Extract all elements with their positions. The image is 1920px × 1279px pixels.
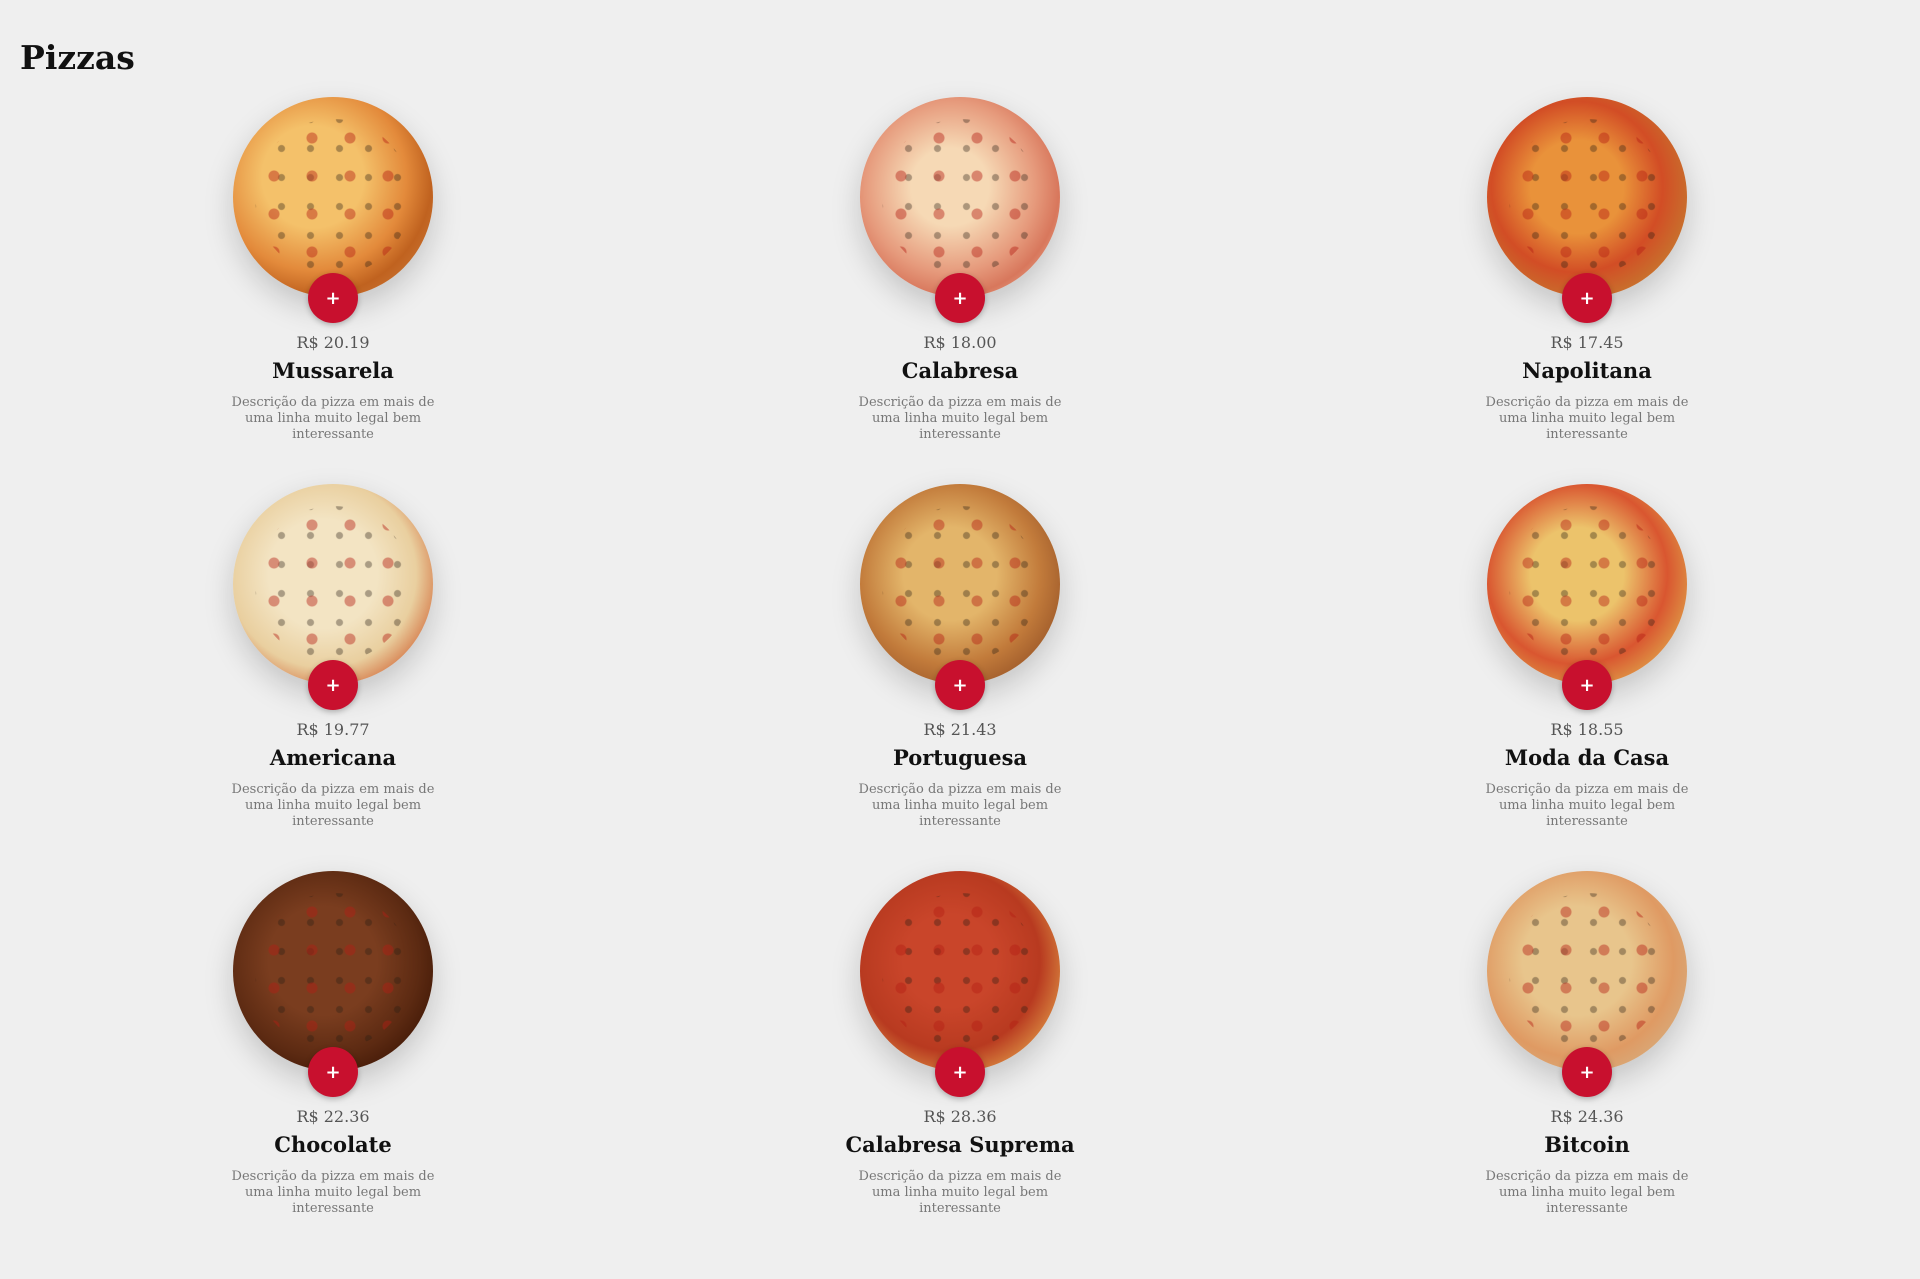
pizza-image: + (1487, 484, 1687, 710)
pizza-price: R$ 20.19 (296, 333, 370, 352)
pizza-card[interactable]: + R$ 24.36 Bitcoin Descrição da pizza em… (1437, 871, 1737, 1217)
pizza-name: Bitcoin (1544, 1132, 1630, 1157)
pizza-price: R$ 19.77 (296, 720, 370, 739)
pizza-image: + (860, 97, 1060, 323)
add-to-cart-button[interactable]: + (935, 273, 985, 323)
pizza-price: R$ 18.00 (923, 333, 997, 352)
pizza-image: + (1487, 871, 1687, 1097)
add-to-cart-button[interactable]: + (1562, 660, 1612, 710)
pizza-price: R$ 21.43 (923, 720, 997, 739)
pizza-price: R$ 22.36 (296, 1107, 370, 1126)
pizza-price: R$ 28.36 (923, 1107, 997, 1126)
pizza-name: Calabresa Suprema (845, 1132, 1075, 1157)
pizza-price: R$ 17.45 (1550, 333, 1624, 352)
add-to-cart-button[interactable]: + (935, 660, 985, 710)
add-to-cart-button[interactable]: + (308, 1047, 358, 1097)
pizza-description: Descrição da pizza em mais de uma linha … (1485, 395, 1689, 442)
pizza-name: Moda da Casa (1504, 745, 1670, 770)
pizza-card[interactable]: + R$ 17.45 Napolitana Descrição da pizza… (1437, 97, 1737, 443)
add-to-cart-button[interactable]: + (1562, 1047, 1612, 1097)
add-to-cart-button[interactable]: + (1562, 273, 1612, 323)
pizza-description: Descrição da pizza em mais de uma linha … (1485, 1169, 1689, 1216)
pizza-image: + (860, 484, 1060, 710)
pizza-price: R$ 24.36 (1550, 1107, 1624, 1126)
pizza-name: Calabresa (901, 358, 1019, 383)
pizza-name: Napolitana (1522, 358, 1652, 383)
pizza-image: + (233, 871, 433, 1097)
pizza-image: + (233, 484, 433, 710)
page: Pizzas + R$ 20.19 Mussarela Descrição da… (0, 0, 1920, 1279)
pizza-card[interactable]: + R$ 18.00 Calabresa Descrição da pizza … (810, 97, 1110, 443)
pizza-description: Descrição da pizza em mais de uma linha … (858, 1169, 1062, 1216)
pizza-name: Chocolate (274, 1132, 392, 1157)
pizza-card[interactable]: + R$ 20.19 Mussarela Descrição da pizza … (183, 97, 483, 443)
pizza-description: Descrição da pizza em mais de uma linha … (858, 395, 1062, 442)
pizza-description: Descrição da pizza em mais de uma linha … (858, 782, 1062, 829)
pizza-description: Descrição da pizza em mais de uma linha … (231, 782, 435, 829)
pizza-description: Descrição da pizza em mais de uma linha … (1485, 782, 1689, 829)
pizza-description: Descrição da pizza em mais de uma linha … (231, 1169, 435, 1216)
pizza-description: Descrição da pizza em mais de uma linha … (231, 395, 435, 442)
add-to-cart-button[interactable]: + (308, 660, 358, 710)
page-title: Pizzas (20, 38, 135, 77)
pizza-card[interactable]: + R$ 19.77 Americana Descrição da pizza … (183, 484, 483, 830)
pizza-name: Americana (269, 745, 397, 770)
pizza-card[interactable]: + R$ 28.36 Calabresa Suprema Descrição d… (810, 871, 1110, 1217)
add-to-cart-button[interactable]: + (935, 1047, 985, 1097)
pizza-image: + (1487, 97, 1687, 323)
pizza-card[interactable]: + R$ 21.43 Portuguesa Descrição da pizza… (810, 484, 1110, 830)
add-to-cart-button[interactable]: + (308, 273, 358, 323)
pizza-name: Mussarela (272, 358, 394, 383)
pizza-card[interactable]: + R$ 18.55 Moda da Casa Descrição da piz… (1437, 484, 1737, 830)
pizza-card[interactable]: + R$ 22.36 Chocolate Descrição da pizza … (183, 871, 483, 1217)
pizza-name: Portuguesa (892, 745, 1027, 770)
pizza-image: + (860, 871, 1060, 1097)
pizza-price: R$ 18.55 (1550, 720, 1624, 739)
pizza-image: + (233, 97, 433, 323)
